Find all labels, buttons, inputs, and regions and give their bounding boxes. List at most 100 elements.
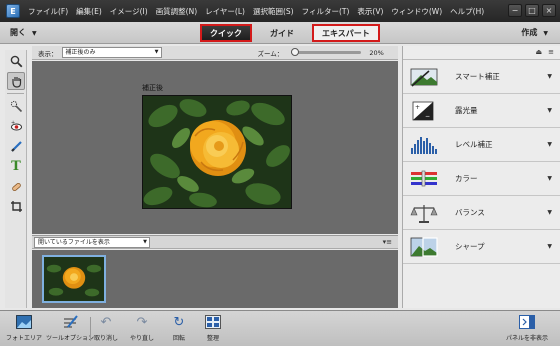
panel-item-label: シャープ xyxy=(455,242,485,251)
hide-panel-label: パネルを非表示 xyxy=(506,335,549,342)
photo-bin-label: フォトエリア xyxy=(6,335,43,342)
redo-button[interactable]: ↷ やり直し xyxy=(130,313,155,343)
chevron-down-icon[interactable]: ▼ xyxy=(547,141,552,148)
rotate-label: 回転 xyxy=(172,335,185,342)
maximize-button[interactable]: □ xyxy=(525,4,539,17)
exposure-icon: + − xyxy=(409,100,439,122)
chevron-down-icon: ▼ xyxy=(543,30,548,37)
menu-edit[interactable]: 編集(E) xyxy=(76,6,102,17)
reset-icon[interactable]: ⏏ xyxy=(536,48,543,56)
panel-item-label: 露光量 xyxy=(455,106,478,115)
adjustments-panel: ⏏ ≡ スマート補正 ▼ + − 露光量 ▼ レベル補正 ▼ カラー ▼ バラン… xyxy=(402,46,560,308)
tool-panel: + T xyxy=(5,50,27,308)
menu-image[interactable]: イメージ(I) xyxy=(110,6,148,17)
hand-icon[interactable] xyxy=(7,72,25,90)
tab-expert[interactable]: エキスパート xyxy=(312,24,380,42)
redo-label: やり直し xyxy=(130,335,155,342)
panel-item-smart-fix[interactable]: スマート補正 ▼ xyxy=(403,60,560,94)
menu-enhance[interactable]: 画質調整(N) xyxy=(156,6,197,17)
panel-item-color[interactable]: カラー ▼ xyxy=(403,162,560,196)
open-label: 開く xyxy=(10,28,26,37)
spot-healing-icon[interactable] xyxy=(7,177,25,195)
levels-icon xyxy=(409,134,439,156)
toolbar-divider xyxy=(7,93,24,94)
organizer-icon xyxy=(204,313,222,331)
menu-file[interactable]: ファイル(F) xyxy=(28,6,68,17)
whiten-teeth-icon[interactable] xyxy=(7,137,25,155)
photo-thumbnail[interactable] xyxy=(42,255,106,303)
zoom-label: ズーム： xyxy=(257,49,284,58)
tool-options-button[interactable]: ツールオプション xyxy=(46,313,94,342)
zoom-value: 20% xyxy=(369,48,384,57)
panel-item-sharpen[interactable]: シャープ ▼ xyxy=(403,230,560,264)
organizer-label: 整理 xyxy=(206,335,219,342)
menu-help[interactable]: ヘルプ(H) xyxy=(450,6,484,17)
mode-bar: 開く ▼ クイック ガイド エキスパート 作成 ▼ xyxy=(0,22,560,44)
menu-bar: E ファイル(F) 編集(E) イメージ(I) 画質調整(N) レイヤー(L) … xyxy=(0,0,560,22)
panel-icon xyxy=(518,313,536,331)
zoom-icon[interactable] xyxy=(7,52,25,70)
chevron-down-icon[interactable]: ▼ xyxy=(547,175,552,182)
chevron-down-icon[interactable]: ▼ xyxy=(547,243,552,250)
view-select-value: 補正後のみ xyxy=(65,49,96,56)
photo-bin-icon xyxy=(15,313,33,331)
minimize-button[interactable]: − xyxy=(508,4,522,17)
hide-panel-button[interactable]: パネルを非表示 xyxy=(506,313,548,342)
rotate-icon: ↻ xyxy=(173,314,185,330)
create-label: 作成 xyxy=(521,28,538,37)
rotate-button[interactable]: ↻ 回転 xyxy=(170,313,188,343)
undo-button[interactable]: ↶ 取り消し xyxy=(94,313,118,343)
crop-icon[interactable] xyxy=(7,197,25,215)
red-eye-icon[interactable]: + xyxy=(7,117,25,135)
view-select[interactable]: 補正後のみ ▼ xyxy=(61,47,162,58)
color-icon xyxy=(409,168,439,190)
after-label: 補正後 xyxy=(142,84,163,92)
taskbar-divider xyxy=(90,317,91,341)
photo-bin-button[interactable]: フォトエリア xyxy=(6,313,42,342)
bin-menu-icon[interactable]: ▾≡ xyxy=(383,238,392,246)
chevron-down-icon[interactable]: ▼ xyxy=(547,73,552,80)
menu-layer[interactable]: レイヤー(L) xyxy=(205,6,245,17)
tab-guided[interactable]: ガイド xyxy=(262,24,302,42)
panel-header: ⏏ ≡ xyxy=(403,46,560,60)
panel-header-icons: ⏏ ≡ xyxy=(536,48,555,56)
panel-item-levels[interactable]: レベル補正 ▼ xyxy=(403,128,560,162)
menu-view[interactable]: 表示(V) xyxy=(357,6,383,17)
text-icon[interactable]: T xyxy=(7,157,25,175)
balance-icon xyxy=(409,202,439,224)
panel-menu-icon[interactable]: ≡ xyxy=(548,48,554,56)
photo-bin-select[interactable]: 開いているファイルを表示 ▼ xyxy=(34,237,150,248)
panel-item-exposure[interactable]: + − 露光量 ▼ xyxy=(403,94,560,128)
menu-filter[interactable]: フィルター(T) xyxy=(302,6,350,17)
create-button[interactable]: 作成 ▼ xyxy=(521,27,548,38)
chevron-down-icon[interactable]: ▼ xyxy=(547,107,552,114)
panel-item-balance[interactable]: バランス ▼ xyxy=(403,196,560,230)
panel-item-label: レベル補正 xyxy=(455,140,493,149)
chevron-down-icon: ▼ xyxy=(143,239,147,245)
menu-select[interactable]: 選択範囲(S) xyxy=(253,6,294,17)
task-bar: フォトエリア ツールオプション ↶ 取り消し ↷ やり直し ↻ 回転 整理 パネ… xyxy=(0,310,560,346)
window-controls: − □ × xyxy=(508,4,556,17)
photo-bin xyxy=(32,250,398,308)
tool-options-label: ツールオプション xyxy=(46,335,95,342)
organizer-button[interactable]: 整理 xyxy=(204,313,222,342)
chevron-down-icon: ▼ xyxy=(32,30,37,37)
tab-quick[interactable]: クイック xyxy=(200,24,252,42)
chevron-down-icon: ▼ xyxy=(154,49,159,55)
zoom-slider[interactable] xyxy=(291,48,362,56)
chevron-down-icon[interactable]: ▼ xyxy=(547,209,552,216)
photo-bin-select-value: 開いているファイルを表示 xyxy=(38,239,110,246)
panel-item-label: カラー xyxy=(455,174,478,183)
close-button[interactable]: × xyxy=(542,4,556,17)
quick-selection-icon[interactable] xyxy=(7,97,25,115)
menu-window[interactable]: ウィンドウ(W) xyxy=(391,6,442,17)
document-options-bar: 表示： 補正後のみ ▼ ズーム： 20% xyxy=(32,46,398,60)
tool-options-icon xyxy=(61,313,79,331)
panel-item-label: バランス xyxy=(455,208,485,217)
open-button[interactable]: 開く ▼ xyxy=(10,27,37,38)
canvas-area[interactable]: 補正後 xyxy=(32,61,398,234)
rose-photo[interactable] xyxy=(142,95,292,209)
zoom-slider-thumb[interactable] xyxy=(291,48,300,56)
panel-item-label: スマート補正 xyxy=(455,72,500,81)
redo-icon: ↷ xyxy=(136,314,148,330)
